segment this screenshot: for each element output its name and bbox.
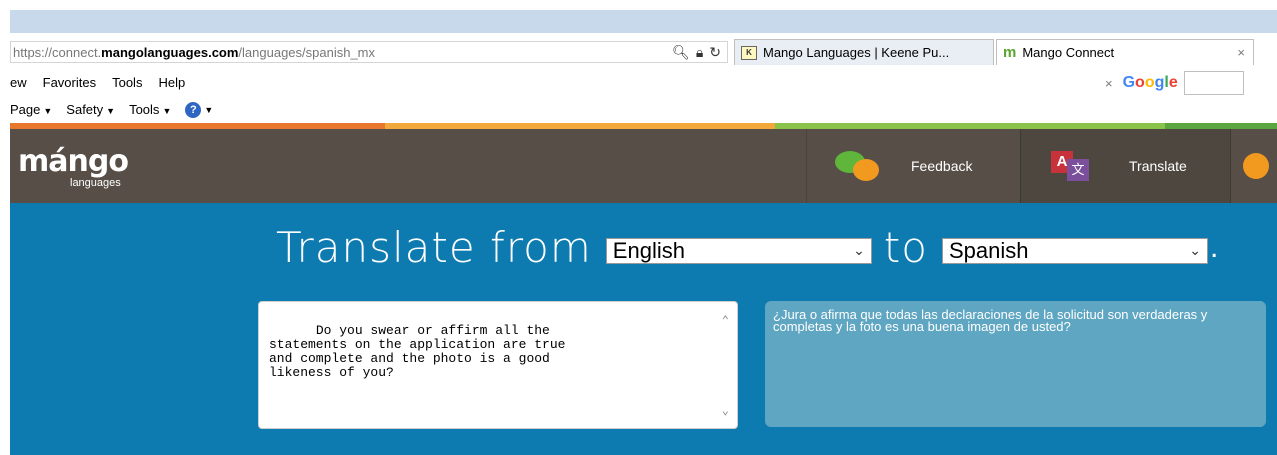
nav-translate[interactable]: A文 Translate <box>1020 129 1230 203</box>
tab-close-icon[interactable]: × <box>1237 45 1245 60</box>
menu-tools[interactable]: Tools <box>112 75 142 90</box>
translation-text: ¿Jura o afirma que todas las declaracion… <box>773 307 1208 334</box>
nav-feedback[interactable]: Feedback <box>806 129 1020 203</box>
search-close-icon[interactable]: × <box>1105 76 1113 91</box>
heading-to: to <box>883 223 928 272</box>
chevron-down-icon: ▼ <box>162 106 172 116</box>
from-language-select[interactable]: English ⌄ <box>605 237 872 264</box>
translate-panel: Translate from English ⌄ to Spanish ⌄ . … <box>10 203 1277 455</box>
navigation-bar: https://connect. mangolanguages.com/langu… <box>10 33 1277 69</box>
help-icon: ? <box>185 102 202 118</box>
command-safety[interactable]: Safety ▼ <box>66 102 115 117</box>
command-page[interactable]: Page ▼ <box>10 102 52 117</box>
chevron-down-icon: ⌄ <box>1189 242 1201 258</box>
menu-help[interactable]: Help <box>158 75 185 90</box>
address-path: /languages/spanish_mx <box>238 44 376 60</box>
search-icon[interactable]: 🔍︎ <box>672 44 690 61</box>
translation-output: ¿Jura o afirma que todas las declaracion… <box>765 301 1266 427</box>
heading-period: . <box>1209 230 1219 264</box>
tab-label: Mango Languages | Keene Pu... <box>763 45 950 60</box>
menu-bar: ew Favorites Tools Help × Google <box>10 69 1277 97</box>
mango-logo-subtitle: languages <box>70 177 121 189</box>
browser-window: https://connect. mangolanguages.com/langu… <box>10 10 1277 455</box>
command-help[interactable]: ? ▼ <box>185 101 213 118</box>
tab-mango-connect[interactable]: m Mango Connect × <box>996 39 1254 65</box>
mango-favicon-icon: m <box>1003 44 1017 61</box>
mango-logo[interactable]: mángo <box>18 147 129 177</box>
tab-mango-keene[interactable]: K Mango Languages | Keene Pu... <box>734 39 994 65</box>
source-text-input[interactable]: Do you swear or affirm all the statement… <box>258 301 738 429</box>
address-scheme: https://connect. <box>13 44 102 60</box>
refresh-icon[interactable]: ↻ <box>709 44 721 61</box>
scroll-down-icon[interactable]: ⌄ <box>722 404 729 418</box>
chevron-down-icon: ▼ <box>43 106 53 116</box>
source-text: Do you swear or affirm all the statement… <box>269 323 566 380</box>
command-tools[interactable]: Tools ▼ <box>129 102 171 117</box>
window-title-bar <box>10 10 1277 33</box>
from-language-value: English <box>612 237 685 263</box>
nav-translate-label: Translate <box>1129 158 1187 174</box>
address-bar[interactable]: https://connect. mangolanguages.com/langu… <box>10 41 728 63</box>
feedback-bubbles-icon <box>835 149 885 183</box>
nav-next[interactable] <box>1230 129 1277 203</box>
chevron-down-icon: ⌄ <box>853 242 865 258</box>
site-header: mángo languages Feedback A文 Translate <box>10 129 1277 203</box>
search-input[interactable] <box>1183 71 1244 95</box>
nav-feedback-label: Feedback <box>911 158 973 174</box>
tab-label: Mango Connect <box>1022 45 1115 60</box>
partial-nav-icon <box>1243 153 1269 179</box>
heading-translate-from: Translate from <box>276 223 592 272</box>
google-logo: Google <box>1122 74 1178 91</box>
translate-icon: A文 <box>1051 149 1097 183</box>
lock-icon[interactable]: 🔒︎ <box>696 44 703 61</box>
scroll-up-icon[interactable]: ⌃ <box>722 314 729 328</box>
chevron-down-icon: ▼ <box>106 106 116 116</box>
keene-library-favicon-icon: K <box>741 45 757 60</box>
search-box: × Google <box>1105 71 1244 95</box>
to-language-value: Spanish <box>948 237 1029 263</box>
menu-favorites[interactable]: Favorites <box>43 75 96 90</box>
address-domain: mangolanguages.com <box>101 44 239 60</box>
command-bar: Page ▼ Safety ▼ Tools ▼ ? ▼ <box>10 97 1277 123</box>
menu-view[interactable]: ew <box>10 75 27 90</box>
translate-heading: Translate from English ⌄ to Spanish ⌄ . <box>276 223 1218 272</box>
to-language-select[interactable]: Spanish ⌄ <box>941 237 1208 264</box>
chevron-down-icon: ▼ <box>204 105 214 115</box>
